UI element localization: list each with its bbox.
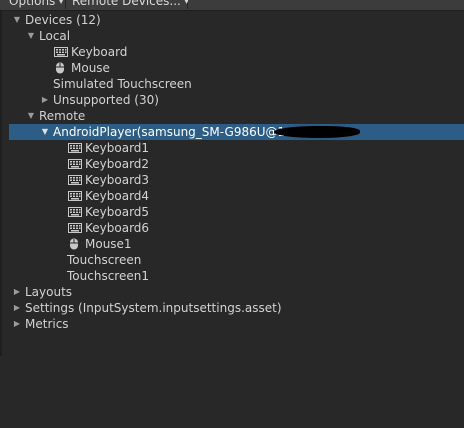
toolbar: Options ▼ Remote Devices... ▼ <box>0 0 464 11</box>
remote-devices-dropdown[interactable]: Remote Devices... ▼ <box>69 0 189 9</box>
keyboard-icon <box>68 159 82 169</box>
tree-item-label: Mouse1 <box>85 237 132 251</box>
tree-item-label: Keyboard5 <box>85 205 150 219</box>
tree-item-label: Touchscreen1 <box>67 269 149 283</box>
keyboard-icon <box>54 47 68 57</box>
tree-item-label: Layouts <box>25 285 73 299</box>
tree-item-remote-keyboard5[interactable]: Keyboard5 <box>0 204 464 220</box>
tree-item-remote-touchscreen[interactable]: Touchscreen <box>0 252 464 268</box>
tree-item-label: Keyboard1 <box>85 141 150 155</box>
expand-arrow-icon[interactable]: ▼ <box>26 28 36 44</box>
tree-item-label: Keyboard6 <box>85 221 150 235</box>
tree-item-label: Keyboard3 <box>85 173 150 187</box>
tree-item-label: Settings (InputSystem.inputsettings.asse… <box>25 301 282 315</box>
tree-item-remote-touchscreen1[interactable]: Touchscreen1 <box>0 268 464 284</box>
tree-item-label: Metrics <box>25 317 69 331</box>
tree-item-label: Devices (12) <box>25 13 101 27</box>
tree-item-label: Touchscreen <box>67 253 142 267</box>
tree-item-remote-keyboard4[interactable]: Keyboard4 <box>0 188 464 204</box>
keyboard-icon <box>68 223 82 233</box>
collapse-arrow-icon[interactable]: ▶ <box>40 92 50 108</box>
input-debugger-window: Options ▼ Remote Devices... ▼ ▼ Devices (1… <box>0 0 464 428</box>
options-label: Options <box>9 0 56 8</box>
collapse-arrow-icon[interactable]: ▶ <box>12 316 22 332</box>
tree-item-label: Keyboard4 <box>85 189 150 203</box>
redaction-mark <box>274 126 360 138</box>
caret-down-icon: ▼ <box>58 0 64 5</box>
collapse-arrow-icon[interactable]: ▶ <box>12 300 22 316</box>
tree-item-remote-keyboard3[interactable]: Keyboard3 <box>0 172 464 188</box>
tree-item-android-player[interactable]: ▼ AndroidPlayer(samsung_SM-G986U@1 <box>9 124 464 140</box>
expand-arrow-icon[interactable]: ▼ <box>40 124 50 140</box>
collapse-arrow-icon[interactable]: ▶ <box>12 284 22 300</box>
tree-item-unsupported[interactable]: ▶ Unsupported (30) <box>0 92 464 108</box>
keyboard-icon <box>68 175 82 185</box>
expand-arrow-icon[interactable]: ▼ <box>26 108 36 124</box>
expand-arrow-icon[interactable]: ▼ <box>12 12 22 28</box>
remote-devices-label: Remote Devices... <box>72 0 181 8</box>
tree-item-devices[interactable]: ▼ Devices (12) <box>0 12 464 28</box>
tree-item-simulated-touchscreen[interactable]: Simulated Touchscreen <box>0 76 464 92</box>
tree-item-local-mouse[interactable]: Mouse <box>0 60 464 76</box>
tree-item-label: Simulated Touchscreen <box>53 77 192 91</box>
mouse-icon <box>70 238 78 250</box>
tree-item-settings[interactable]: ▶ Settings (InputSystem.inputsettings.as… <box>0 300 464 316</box>
tree-item-remote[interactable]: ▼ Remote <box>0 108 464 124</box>
tree-item-label: Keyboard <box>71 45 128 59</box>
tree-item-remote-mouse1[interactable]: Mouse1 <box>0 236 464 252</box>
options-dropdown[interactable]: Options ▼ <box>6 0 66 9</box>
tree-item-local[interactable]: ▼ Local <box>0 28 464 44</box>
keyboard-icon <box>68 143 82 153</box>
tree-item-label: Unsupported (30) <box>53 93 159 107</box>
keyboard-icon <box>68 207 82 217</box>
keyboard-icon <box>68 191 82 201</box>
tree-item-label: AndroidPlayer(samsung_SM-G986U@1 <box>53 125 286 139</box>
mouse-icon <box>56 62 64 74</box>
toolbar-spacer <box>188 0 464 10</box>
tree-item-label: Mouse <box>71 61 110 75</box>
tree-item-layouts[interactable]: ▶ Layouts <box>0 284 464 300</box>
tree-item-label: Local <box>39 29 71 43</box>
tree-item-label: Remote <box>39 109 86 123</box>
tree-item-label: Keyboard2 <box>85 157 150 171</box>
tree-item-local-keyboard[interactable]: Keyboard <box>0 44 464 60</box>
tree-item-remote-keyboard1[interactable]: Keyboard1 <box>0 140 464 156</box>
tree-item-metrics[interactable]: ▶ Metrics <box>0 316 464 332</box>
tree-item-remote-keyboard2[interactable]: Keyboard2 <box>0 156 464 172</box>
tree-item-remote-keyboard6[interactable]: Keyboard6 <box>0 220 464 236</box>
